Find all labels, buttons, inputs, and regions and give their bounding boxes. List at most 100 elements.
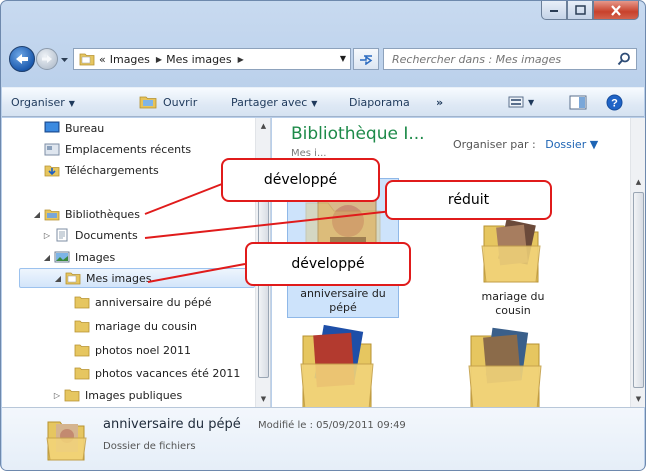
scroll-up-arrow-icon[interactable]: ▲ — [631, 174, 645, 190]
breadcrumb-mes-images[interactable]: Mes images — [166, 53, 231, 66]
folder-icon — [79, 53, 95, 66]
callout-collapsed-documents: réduit — [385, 180, 552, 220]
search-input[interactable] — [390, 51, 616, 67]
folder-icon — [74, 344, 90, 357]
breadcrumb-images[interactable]: Images — [110, 53, 150, 66]
downloads-icon — [44, 165, 60, 177]
details-type: Dossier de fichiers — [103, 441, 196, 452]
minimize-button[interactable] — [541, 1, 567, 20]
tile-label-line2: cousin — [495, 304, 531, 317]
back-button[interactable] — [9, 46, 35, 72]
recent-pages-dropdown[interactable] — [60, 53, 69, 66]
photo-folder-thumbnail-icon — [300, 324, 374, 407]
photo-folder-thumbnail-icon — [481, 219, 541, 283]
nav-item-label: Emplacements récents — [65, 142, 192, 156]
chevron-down-icon: ▼ — [311, 99, 318, 108]
forward-button[interactable] — [36, 48, 58, 70]
chevron-down-icon: ▼ — [68, 99, 75, 108]
nav-item-photos-vacances-ete-2011[interactable]: photos vacances été 2011 — [72, 363, 240, 383]
expanded-arrow-icon[interactable]: ◢ — [32, 210, 42, 219]
nav-item-bureau[interactable]: Bureau — [42, 118, 104, 138]
collapsed-arrow-icon[interactable]: ▷ — [52, 391, 62, 400]
breadcrumb-separator-icon[interactable]: ▶ — [156, 55, 162, 64]
search-box[interactable] — [383, 48, 637, 70]
share-menu[interactable]: Partager avec ▼ — [231, 96, 317, 109]
scroll-down-arrow-icon[interactable]: ▼ — [631, 391, 645, 407]
help-button[interactable]: ? — [606, 94, 623, 114]
explorer-window: « Images ▶ Mes images ▶ ▼ Organiser▼ — [0, 0, 646, 471]
folder-tile-photos-vacances-ete-2011[interactable] — [462, 324, 552, 407]
address-dropdown-icon[interactable]: ▼ — [340, 54, 346, 63]
caption-buttons — [541, 1, 639, 22]
more-commands-button[interactable]: » — [436, 96, 443, 109]
slideshow-label: Diaporama — [349, 96, 410, 109]
arrange-by-label: Organiser par : — [453, 138, 536, 151]
library-title: Bibliothèque I... — [291, 124, 425, 144]
nav-item-emplacements-recents[interactable]: Emplacements récents — [42, 139, 191, 159]
view-options-button[interactable]: ▼ — [508, 95, 534, 109]
svg-text:?: ? — [611, 98, 618, 110]
callout-expanded-libraries: développé — [221, 158, 380, 202]
nav-item-images[interactable]: ◢ Images — [42, 247, 115, 267]
tile-label-line1: mariage du — [481, 290, 545, 303]
scroll-up-arrow-icon[interactable]: ▲ — [256, 118, 270, 134]
folder-tile-photos-noel-2011[interactable] — [294, 324, 384, 407]
close-button[interactable] — [593, 1, 639, 20]
nav-item-documents[interactable]: ▷ Documents — [42, 225, 138, 245]
nav-item-label: anniversaire du pépé — [95, 295, 212, 309]
collapsed-arrow-icon[interactable]: ▷ — [42, 231, 52, 240]
nav-item-bibliotheques[interactable]: ◢ Bibliothèques — [32, 204, 140, 224]
pictures-icon — [54, 251, 70, 263]
nav-item-label: photos noel 2011 — [95, 343, 191, 357]
expanded-arrow-icon[interactable]: ◢ — [42, 253, 52, 262]
chevron-down-icon: ▼ — [528, 97, 535, 107]
nav-item-mariage-du-cousin[interactable]: mariage du cousin — [72, 316, 197, 336]
folder-tile-mariage-du-cousin[interactable]: mariage du cousin — [457, 216, 569, 317]
breadcrumb-overflow[interactable]: « — [99, 53, 106, 66]
callout-expanded-mes-images: développé — [245, 242, 411, 286]
preview-pane-button[interactable] — [569, 95, 587, 113]
forward-arrow-icon — [42, 55, 52, 63]
expanded-arrow-icon[interactable]: ◢ — [53, 274, 63, 283]
desktop-icon — [44, 121, 60, 133]
content-scrollbar[interactable]: ▲ ▼ — [630, 118, 645, 407]
details-name: anniversaire du pépé — [103, 417, 241, 432]
nav-item-mes-images[interactable]: ◢ Mes images — [19, 268, 255, 288]
nav-item-images-publiques[interactable]: ▷ Images publiques — [52, 385, 182, 405]
open-button[interactable]: Ouvrir — [139, 94, 197, 110]
command-toolbar: Organiser ▼ Ouvrir Partager avec ▼ Diapora… — [2, 87, 644, 117]
breadcrumb-separator-icon[interactable]: ▶ — [238, 55, 244, 64]
nav-item-telechargements[interactable]: Téléchargements — [42, 160, 159, 180]
scroll-down-arrow-icon[interactable]: ▼ — [256, 391, 270, 407]
nav-item-label: Téléchargements — [65, 163, 159, 177]
help-icon: ? — [606, 94, 623, 111]
refresh-button[interactable] — [353, 48, 379, 70]
nav-item-photos-noel-2011[interactable]: photos noel 2011 — [72, 340, 191, 360]
organise-menu[interactable]: Organiser ▼ — [11, 96, 75, 109]
tile-label-line1: anniversaire du — [300, 287, 386, 300]
nav-item-label: Bureau — [65, 121, 105, 135]
maximize-button[interactable] — [567, 1, 593, 20]
nav-item-label: Mes images — [86, 271, 152, 285]
details-modified: Modifié le : 05/09/2011 09:49 — [258, 420, 406, 431]
slideshow-button[interactable]: Diaporama — [349, 96, 410, 109]
documents-icon — [56, 228, 68, 242]
address-bar[interactable]: « Images ▶ Mes images ▶ ▼ — [73, 48, 351, 70]
folder-icon — [74, 320, 90, 333]
arrange-by: Organiser par : Dossier ▼ — [453, 138, 598, 151]
libraries-icon — [44, 209, 60, 221]
scrollbar-thumb[interactable] — [633, 192, 644, 388]
nav-item-anniversaire-du-pepe[interactable]: anniversaire du pépé — [72, 292, 212, 312]
arrange-by-dropdown[interactable]: Dossier ▼ — [545, 138, 598, 151]
search-icon[interactable] — [616, 52, 632, 66]
recent-places-icon — [44, 143, 60, 156]
close-icon — [611, 4, 621, 16]
maximize-icon — [574, 5, 586, 15]
open-folder-icon — [139, 96, 157, 109]
nav-item-label: Bibliothèques — [65, 207, 140, 221]
organise-label: Organiser — [11, 96, 65, 109]
folder-icon — [64, 389, 80, 402]
navigation-bar: « Images ▶ Mes images ▶ ▼ — [7, 45, 637, 73]
folder-icon — [65, 272, 81, 285]
details-pane: anniversaire du pépé Modifié le : 05/09/… — [2, 407, 644, 470]
